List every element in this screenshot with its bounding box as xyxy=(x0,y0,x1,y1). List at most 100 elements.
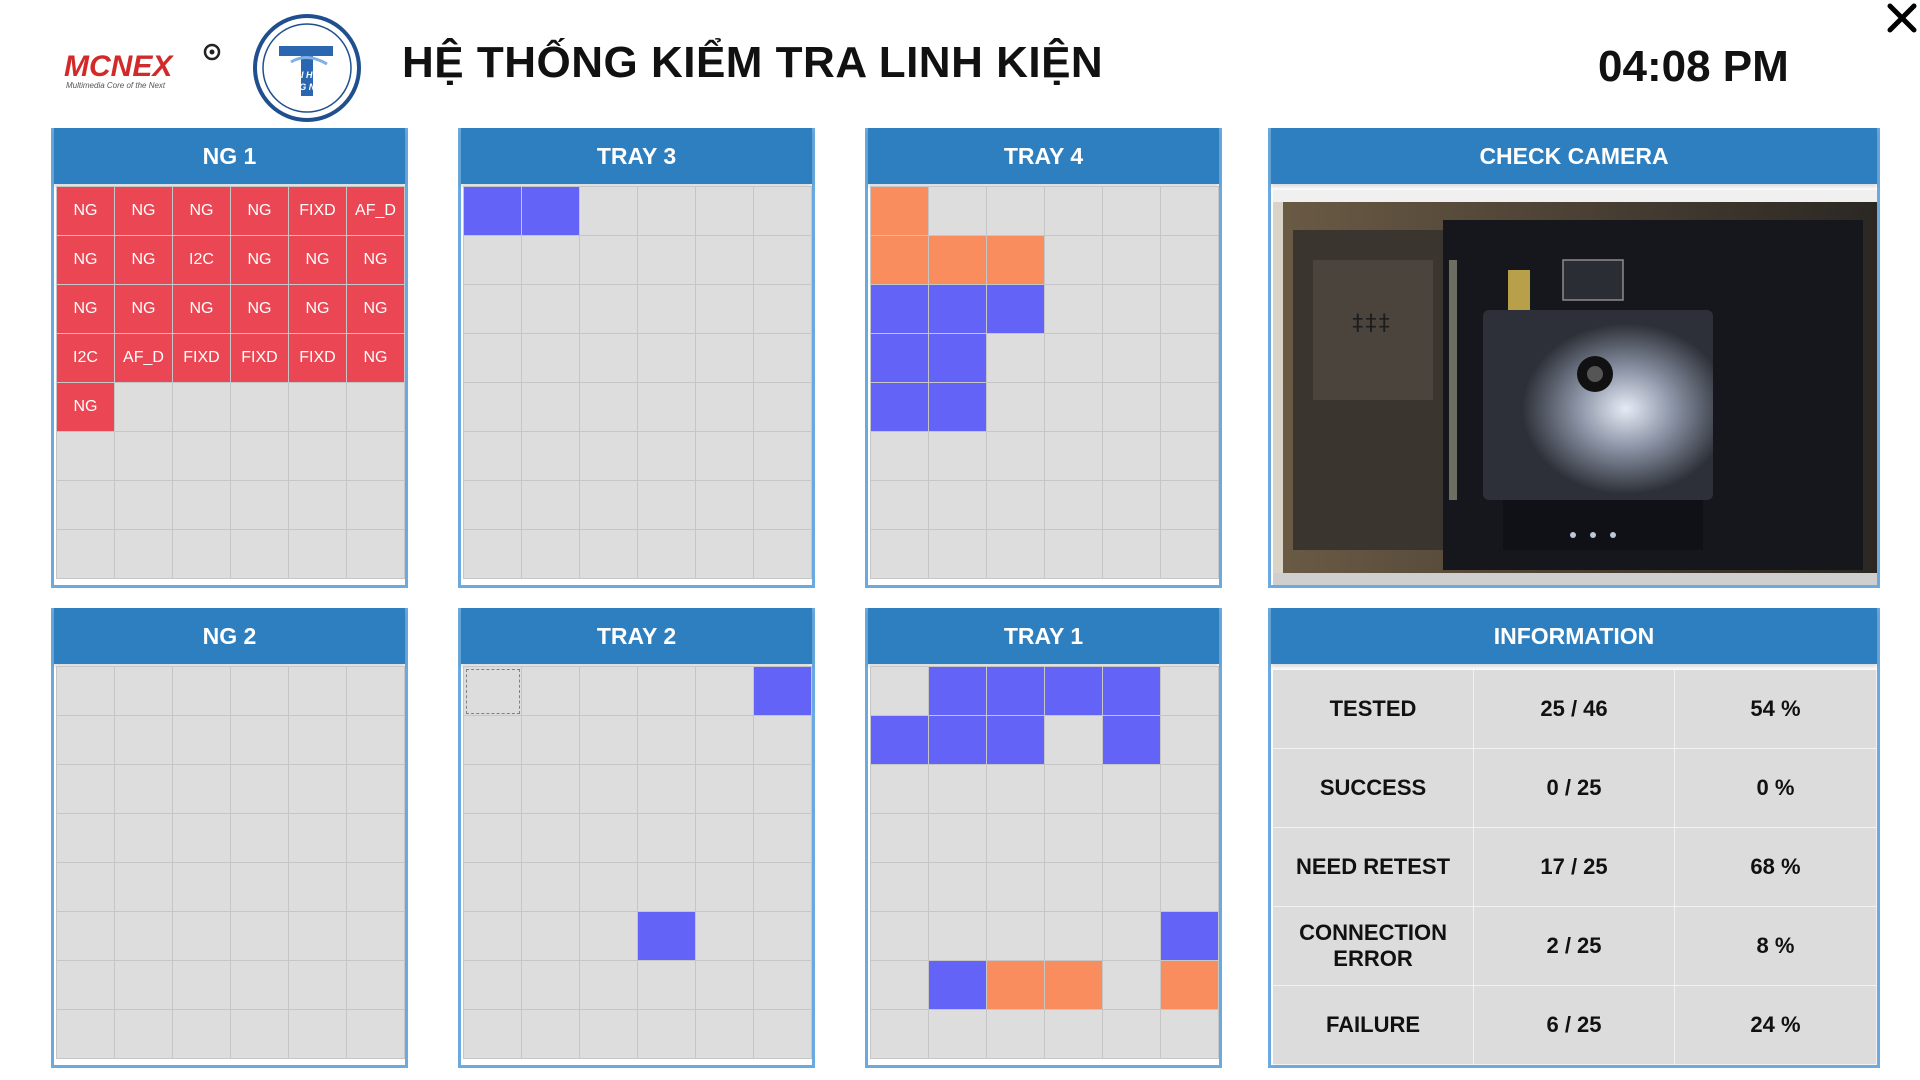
tray-cell xyxy=(57,530,115,579)
tray-cell xyxy=(929,716,987,765)
tray-cell xyxy=(754,334,812,383)
camera-feed: ‡‡‡ xyxy=(1273,190,1877,585)
tray-cell xyxy=(231,765,289,814)
tray-grid-tray1 xyxy=(870,666,1219,1059)
tray-cell xyxy=(871,530,929,579)
tray-cell xyxy=(115,912,173,961)
tray-cell xyxy=(580,285,638,334)
tray-cell xyxy=(289,432,347,481)
tray-cell: NG xyxy=(115,236,173,285)
tray-cell xyxy=(57,961,115,1010)
tray-cell xyxy=(57,1010,115,1059)
tray-cell xyxy=(638,432,696,481)
close-button[interactable] xyxy=(1884,0,1920,36)
tray-cell xyxy=(929,1010,987,1059)
tray-cell xyxy=(638,285,696,334)
app-header: MCNEX Multimedia Core of the Next ĐẠI HỌ… xyxy=(0,0,1920,125)
tray-cell xyxy=(871,667,929,716)
tray-cell xyxy=(696,814,754,863)
tray-cell: NG xyxy=(57,383,115,432)
tray-cell xyxy=(638,912,696,961)
tray-cell xyxy=(231,814,289,863)
panel-title: TRAY 3 xyxy=(461,128,812,184)
info-percent-success: 0 % xyxy=(1675,749,1877,828)
tray-cell xyxy=(754,481,812,530)
tray-cell xyxy=(57,912,115,961)
tray-cell xyxy=(115,961,173,1010)
tray-cell: NG xyxy=(57,187,115,236)
tray-cell: AF_D xyxy=(115,334,173,383)
tray-cell xyxy=(289,667,347,716)
tray-cell xyxy=(57,814,115,863)
tray-cell xyxy=(464,481,522,530)
tray-cell xyxy=(57,863,115,912)
tray-cell xyxy=(289,961,347,1010)
tray-cell: NG xyxy=(289,285,347,334)
tray-cell xyxy=(522,432,580,481)
tray-cell xyxy=(1103,912,1161,961)
tray-cell xyxy=(1161,961,1219,1010)
tray-cell xyxy=(1161,716,1219,765)
tray-cell xyxy=(1103,765,1161,814)
tray-cell xyxy=(173,814,231,863)
info-label-failure: FAILURE xyxy=(1273,986,1474,1065)
tray-grid-tray4 xyxy=(870,186,1219,579)
tray-cell xyxy=(987,912,1045,961)
tray-grid-ng1: NG NG NG NG FIXD AF_D NG NG I2C NG NG NG NG NG NG NG NG N… xyxy=(56,186,405,579)
tray-cell xyxy=(929,236,987,285)
tray-cell xyxy=(696,236,754,285)
tray-cell xyxy=(464,383,522,432)
tray-cell xyxy=(115,1010,173,1059)
tray-cell xyxy=(464,236,522,285)
tray-cell xyxy=(1045,1010,1103,1059)
tray-cell xyxy=(754,285,812,334)
info-percent-failure: 24 % xyxy=(1675,986,1877,1065)
info-percent-connection-error: 8 % xyxy=(1675,907,1877,986)
tray-cell xyxy=(580,187,638,236)
info-count-success: 0 / 25 xyxy=(1474,749,1675,828)
tray-cell xyxy=(57,667,115,716)
tray-cell xyxy=(754,765,812,814)
tray-cell xyxy=(580,765,638,814)
tray-cell xyxy=(871,765,929,814)
tray-cell xyxy=(1103,432,1161,481)
tray-cell xyxy=(173,383,231,432)
tray-cell xyxy=(754,432,812,481)
page-title: HỆ THỐNG KIỂM TRA LINH KIỆN xyxy=(402,38,1104,87)
tray-cell xyxy=(696,667,754,716)
tray-cell xyxy=(464,530,522,579)
tray-cell xyxy=(115,765,173,814)
tray-cell xyxy=(638,1010,696,1059)
tray-cell xyxy=(696,1010,754,1059)
tray-cell xyxy=(754,716,812,765)
tray-cell xyxy=(929,814,987,863)
tray-cell xyxy=(696,334,754,383)
tray-cell xyxy=(754,667,812,716)
tray-cell xyxy=(1103,334,1161,383)
info-count-tested: 25 / 46 xyxy=(1474,670,1675,749)
tray-cell xyxy=(1103,187,1161,236)
tray-cell xyxy=(173,716,231,765)
tray-cell xyxy=(638,481,696,530)
tray-cell xyxy=(347,814,405,863)
tray-cell xyxy=(115,667,173,716)
tray-cell xyxy=(173,961,231,1010)
tray-cell xyxy=(347,961,405,1010)
tray-cell xyxy=(464,912,522,961)
tray-cell xyxy=(173,765,231,814)
tray-cell xyxy=(464,432,522,481)
panel-title: NG 2 xyxy=(54,608,405,664)
tray-cell xyxy=(464,187,522,236)
tray-cell xyxy=(987,187,1045,236)
tray-cell xyxy=(871,334,929,383)
tray-cell xyxy=(987,765,1045,814)
tray-cell xyxy=(1161,1010,1219,1059)
tray-cell xyxy=(871,285,929,334)
tray-cell xyxy=(987,530,1045,579)
tray-cell xyxy=(1045,187,1103,236)
info-count-connection-error: 2 / 25 xyxy=(1474,907,1675,986)
tray-cell xyxy=(580,961,638,1010)
tray-cell xyxy=(522,961,580,1010)
university-logo-line2: CÔNG NGHỆ xyxy=(279,81,336,92)
tray-cell xyxy=(1045,667,1103,716)
